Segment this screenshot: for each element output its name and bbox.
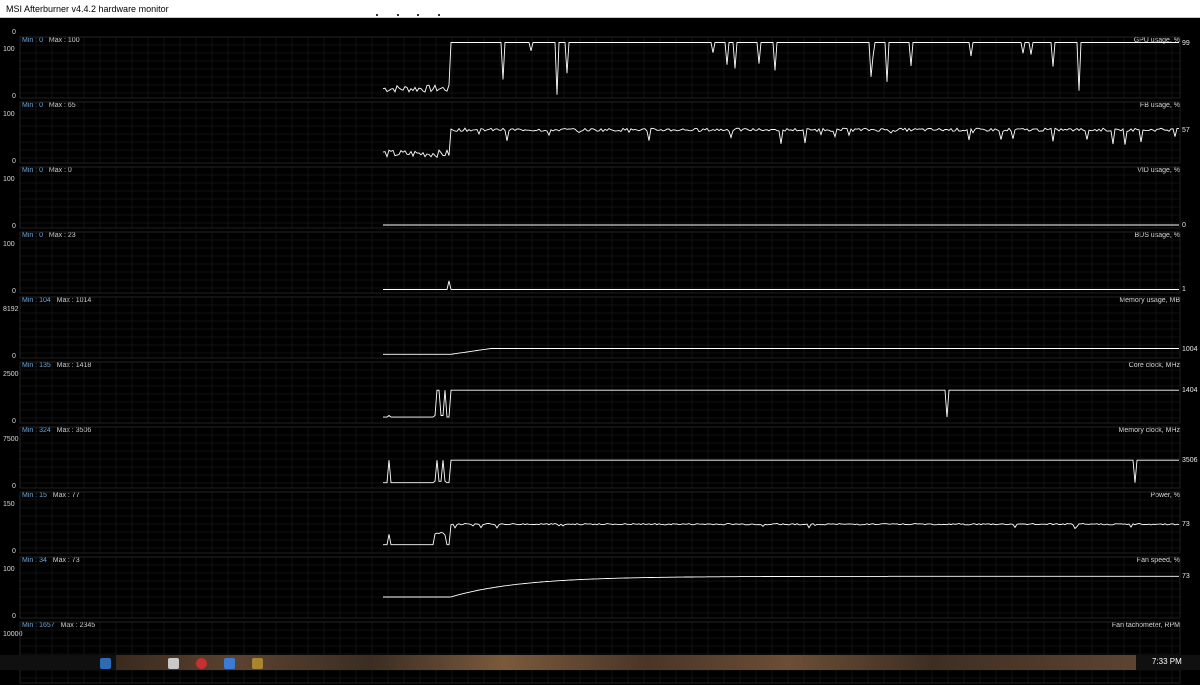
hardware-monitor-graphs[interactable]: 0 Min : 0 Max : 100 100 0 GPU usage, % 99 Min… — [0, 18, 1200, 684]
graph-panel: Min : 0 Max : 100 100 0 GPU usage, % 99 — [0, 35, 1200, 100]
title-bar-markers — [376, 14, 440, 17]
graph-grid — [19, 556, 1181, 619]
current-value: 73 — [1182, 521, 1190, 529]
scale-top-value: 8192 — [3, 306, 19, 313]
series-graph — [19, 101, 1181, 164]
graph-panel: Min : 15 Max : 77 150 0 Power, % 73 — [0, 490, 1200, 555]
current-value: 99 — [1182, 39, 1190, 47]
series-graph — [19, 491, 1181, 554]
series-graph — [19, 296, 1181, 359]
graph-panel: Min : 0 Max : 65 100 0 FB usage, % 57 — [0, 100, 1200, 165]
series-graph — [19, 556, 1181, 619]
graph-grid — [19, 101, 1181, 164]
current-value: 1404 — [1182, 387, 1198, 395]
series-line — [382, 127, 1179, 159]
title-bar: MSI Afterburner v4.4.2 hardware monitor — [0, 0, 1200, 18]
scale-top-value: 100 — [3, 176, 15, 183]
series-line — [383, 459, 1179, 484]
graph-panel: Min : 104 Max : 1014 8192 0 Memory usage, M… — [0, 295, 1200, 360]
graph-grid — [19, 621, 1181, 684]
graph-panel: Min : 34 Max : 73 100 0 Fan speed, % 73 — [0, 555, 1200, 620]
graph-panel: Min : 0 Max : 23 100 0 BUS usage, % 1 — [0, 230, 1200, 295]
taskbar-wallpaper-strip — [116, 655, 1136, 670]
series-graph — [19, 166, 1181, 229]
graph-grid — [19, 426, 1181, 489]
graph-panel: Min : 135 Max : 1418 2500 0 Core clock, MHz… — [0, 360, 1200, 425]
scale-top-value: 100 — [3, 566, 15, 573]
scale-top-value: 2500 — [3, 371, 19, 378]
series-line — [383, 575, 1179, 598]
series-graph — [19, 426, 1181, 489]
current-value: 1004 — [1182, 345, 1198, 353]
graph-panel: Min : 324 Max : 3506 7500 0 Memory clock, M… — [0, 425, 1200, 490]
graph-panel: Min : 0 Max : 0 100 0 VID usage, % 0 — [0, 165, 1200, 230]
taskbar-app-icon[interactable] — [224, 658, 235, 669]
scale-top-value: 100 — [3, 46, 15, 53]
current-value: 0 — [1182, 222, 1186, 229]
current-value: 57 — [1182, 126, 1190, 134]
current-value: 3506 — [1182, 457, 1198, 465]
windows-taskbar: 7:33 PM — [0, 655, 1200, 670]
taskbar-folder-icon[interactable] — [252, 658, 263, 669]
series-line — [383, 348, 1179, 355]
series-line — [382, 42, 1179, 95]
graph-grid — [19, 361, 1181, 424]
scale-top-value: 150 — [3, 501, 15, 508]
graph-grid — [19, 491, 1181, 554]
taskbar-clock: 7:33 PM — [1152, 657, 1182, 666]
window-title: MSI Afterburner v4.4.2 hardware monitor — [6, 4, 169, 14]
scale-top-value: 100 — [3, 241, 15, 248]
taskbar-browser-icon[interactable] — [196, 658, 207, 669]
series-graph — [19, 361, 1181, 424]
series-graph — [19, 231, 1181, 294]
current-value: 73 — [1182, 573, 1190, 581]
scale-top-value: 100 — [3, 111, 15, 118]
series-line — [383, 523, 1180, 546]
series-graph — [19, 36, 1181, 99]
graph-grid — [19, 231, 1181, 294]
scale-top-value: 7500 — [3, 436, 19, 443]
graph-grid — [19, 166, 1181, 229]
windows-start-icon[interactable] — [100, 658, 111, 669]
current-value: 1 — [1182, 286, 1186, 294]
series-graph — [19, 621, 1181, 684]
taskbar-app-icon[interactable] — [168, 658, 179, 669]
graph-panel: Min : 1657 Max : 2345 10000 Fan tachometer… — [0, 620, 1200, 685]
graph-grid — [19, 36, 1181, 99]
